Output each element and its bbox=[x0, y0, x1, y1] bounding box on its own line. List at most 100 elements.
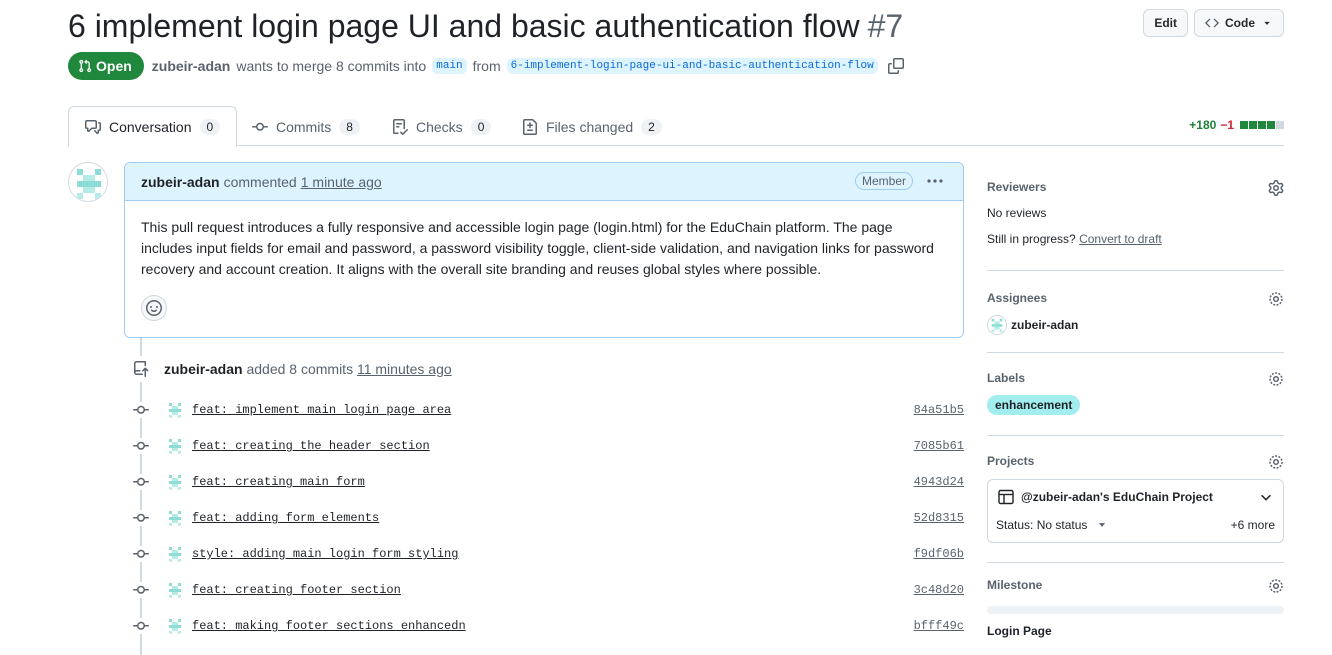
tab-commits[interactable]: Commits 8 bbox=[236, 106, 376, 147]
pr-state-label: Open bbox=[96, 58, 132, 74]
assignees-title[interactable]: Assignees bbox=[987, 291, 1284, 305]
identicon-avatar bbox=[69, 163, 107, 201]
commit-message[interactable]: feat: making footer sections enhancedn bbox=[192, 619, 466, 633]
sidebar-divider bbox=[987, 562, 1284, 563]
tab-files-changed[interactable]: Files changed 2 bbox=[506, 106, 678, 147]
tab-files-changed-count: 2 bbox=[641, 118, 662, 135]
commit-row: feat: adding form elements 52d8315 bbox=[130, 507, 964, 529]
commit-sha[interactable]: 52d8315 bbox=[914, 511, 964, 525]
code-button[interactable]: Code bbox=[1194, 9, 1284, 37]
pr-title-row: 6 implement login page UI and basic auth… bbox=[68, 4, 903, 48]
reviewers-title[interactable]: Reviewers bbox=[987, 180, 1284, 194]
commit-sha[interactable]: bfff49c bbox=[914, 619, 964, 633]
diffstat-block bbox=[1240, 121, 1248, 129]
commit-message[interactable]: style: adding main login form styling bbox=[192, 547, 458, 561]
commit-sha[interactable]: f9df06b bbox=[914, 547, 964, 561]
push-timestamp[interactable]: 11 minutes ago bbox=[357, 361, 452, 377]
reviewers-value: No reviews bbox=[987, 206, 1047, 220]
projects-title[interactable]: Projects bbox=[987, 454, 1284, 468]
pr-author-link[interactable]: zubeir-adan bbox=[152, 58, 231, 74]
pr-merge-text: wants to merge 8 commits into bbox=[236, 58, 427, 74]
gear-icon[interactable] bbox=[1268, 291, 1284, 307]
commit-row: style: adding main login form styling f9d… bbox=[130, 543, 964, 565]
comment-author[interactable]: zubeir-adan bbox=[141, 174, 220, 190]
git-commit-icon bbox=[130, 510, 152, 526]
pr-tabs: Conversation 0 Commits 8 Checks 0 Files … bbox=[68, 106, 1284, 147]
commit-row: feat: making footer sections enhancedn bf… bbox=[130, 615, 964, 637]
commit-sha[interactable]: 3c48d20 bbox=[914, 583, 964, 597]
commit-author-avatar[interactable] bbox=[166, 581, 184, 599]
diffstat-block bbox=[1267, 121, 1275, 129]
tab-conversation[interactable]: Conversation 0 bbox=[68, 106, 238, 147]
push-author[interactable]: zubeir-adan bbox=[164, 361, 243, 377]
commit-message[interactable]: feat: adding form elements bbox=[192, 511, 379, 525]
commit-sha[interactable]: 7085b61 bbox=[914, 439, 964, 453]
project-status-text: Status: No status bbox=[996, 518, 1088, 532]
project-status[interactable]: Status: No status bbox=[996, 518, 1107, 532]
milestone-title[interactable]: Milestone bbox=[987, 578, 1284, 592]
project-name[interactable]: @zubeir-adan's EduChain Project bbox=[1021, 490, 1213, 504]
assignee-name: zubeir-adan bbox=[1011, 318, 1079, 332]
project-card: @zubeir-adan's EduChain Project Status: … bbox=[987, 479, 1284, 543]
draft-prompt: Still in progress? Convert to draft bbox=[987, 232, 1284, 246]
sidebar-reviewers: Reviewers No reviews Still in progress? … bbox=[987, 180, 1284, 246]
labels-title[interactable]: Labels bbox=[987, 371, 1284, 385]
sidebar-divider bbox=[987, 270, 1284, 271]
gear-icon[interactable] bbox=[1268, 578, 1284, 594]
commit-author-avatar[interactable] bbox=[166, 437, 184, 455]
gear-icon[interactable] bbox=[1268, 371, 1284, 387]
commit-row: feat: creating the header section 7085b61 bbox=[130, 435, 964, 457]
smiley-icon bbox=[146, 300, 162, 316]
assignee-item[interactable]: zubeir-adan bbox=[987, 315, 1284, 335]
timeline-line bbox=[140, 338, 142, 655]
diffstat-block bbox=[1249, 121, 1257, 129]
commit-author-avatar[interactable] bbox=[166, 617, 184, 635]
pr-from-text: from bbox=[472, 58, 501, 74]
pull-request-icon bbox=[79, 59, 92, 73]
chevron-down-icon[interactable] bbox=[1259, 490, 1273, 504]
diffstat-additions: +180 bbox=[1189, 118, 1217, 132]
label-enhancement[interactable]: enhancement bbox=[987, 395, 1081, 415]
pr-number: #7 bbox=[867, 7, 904, 44]
sidebar-labels: Labels enhancement bbox=[987, 371, 1284, 415]
comment-verb: commented bbox=[223, 173, 297, 190]
commit-message[interactable]: feat: implement main login page area bbox=[192, 403, 451, 417]
commit-message[interactable]: feat: creating the header section bbox=[192, 439, 430, 453]
tab-checks[interactable]: Checks 0 bbox=[376, 106, 507, 147]
commit-message[interactable]: feat: creating footer section bbox=[192, 583, 401, 597]
comment-timestamp[interactable]: 1 minute ago bbox=[301, 174, 382, 190]
commit-author-avatar[interactable] bbox=[166, 509, 184, 527]
push-description: added 8 commits bbox=[246, 361, 354, 377]
commit-author-avatar[interactable] bbox=[166, 545, 184, 563]
commit-sha[interactable]: 4943d24 bbox=[914, 475, 964, 489]
gear-icon[interactable] bbox=[1268, 454, 1284, 470]
git-commit-icon bbox=[130, 582, 152, 598]
diffstat-blocks bbox=[1240, 121, 1284, 129]
commit-message[interactable]: feat: creating main form bbox=[192, 475, 365, 489]
git-commit-icon bbox=[130, 402, 152, 418]
draft-prompt-text: Still in progress? bbox=[987, 232, 1076, 246]
tab-checks-count: 0 bbox=[470, 118, 492, 135]
gear-icon[interactable] bbox=[1268, 180, 1284, 196]
tab-files-changed-label: Files changed bbox=[546, 118, 634, 135]
head-branch[interactable]: 6-implement-login-page-ui-and-basic-auth… bbox=[506, 58, 878, 74]
milestone-name[interactable]: Login Page bbox=[987, 624, 1284, 638]
code-icon bbox=[1205, 18, 1219, 28]
base-branch[interactable]: main bbox=[432, 58, 467, 74]
kebab-horizontal-icon[interactable] bbox=[925, 173, 945, 189]
commit-author-avatar[interactable] bbox=[166, 473, 184, 491]
tab-checks-label: Checks bbox=[416, 118, 463, 135]
copy-icon[interactable] bbox=[887, 58, 904, 74]
comment-body: This pull request introduces a fully res… bbox=[141, 219, 934, 277]
tab-conversation-label: Conversation bbox=[109, 118, 192, 135]
add-reaction-button[interactable] bbox=[141, 295, 167, 321]
commit-sha[interactable]: 84a51b5 bbox=[914, 403, 964, 417]
git-commit-icon bbox=[130, 618, 152, 634]
avatar[interactable] bbox=[68, 162, 108, 202]
project-more-fields[interactable]: +6 more bbox=[1231, 518, 1275, 532]
edit-button[interactable]: Edit bbox=[1143, 9, 1188, 37]
file-diff-icon bbox=[523, 118, 537, 135]
convert-to-draft-link[interactable]: Convert to draft bbox=[1079, 232, 1162, 246]
diffstat-deletions: −1 bbox=[1220, 118, 1234, 132]
commit-author-avatar[interactable] bbox=[166, 401, 184, 419]
